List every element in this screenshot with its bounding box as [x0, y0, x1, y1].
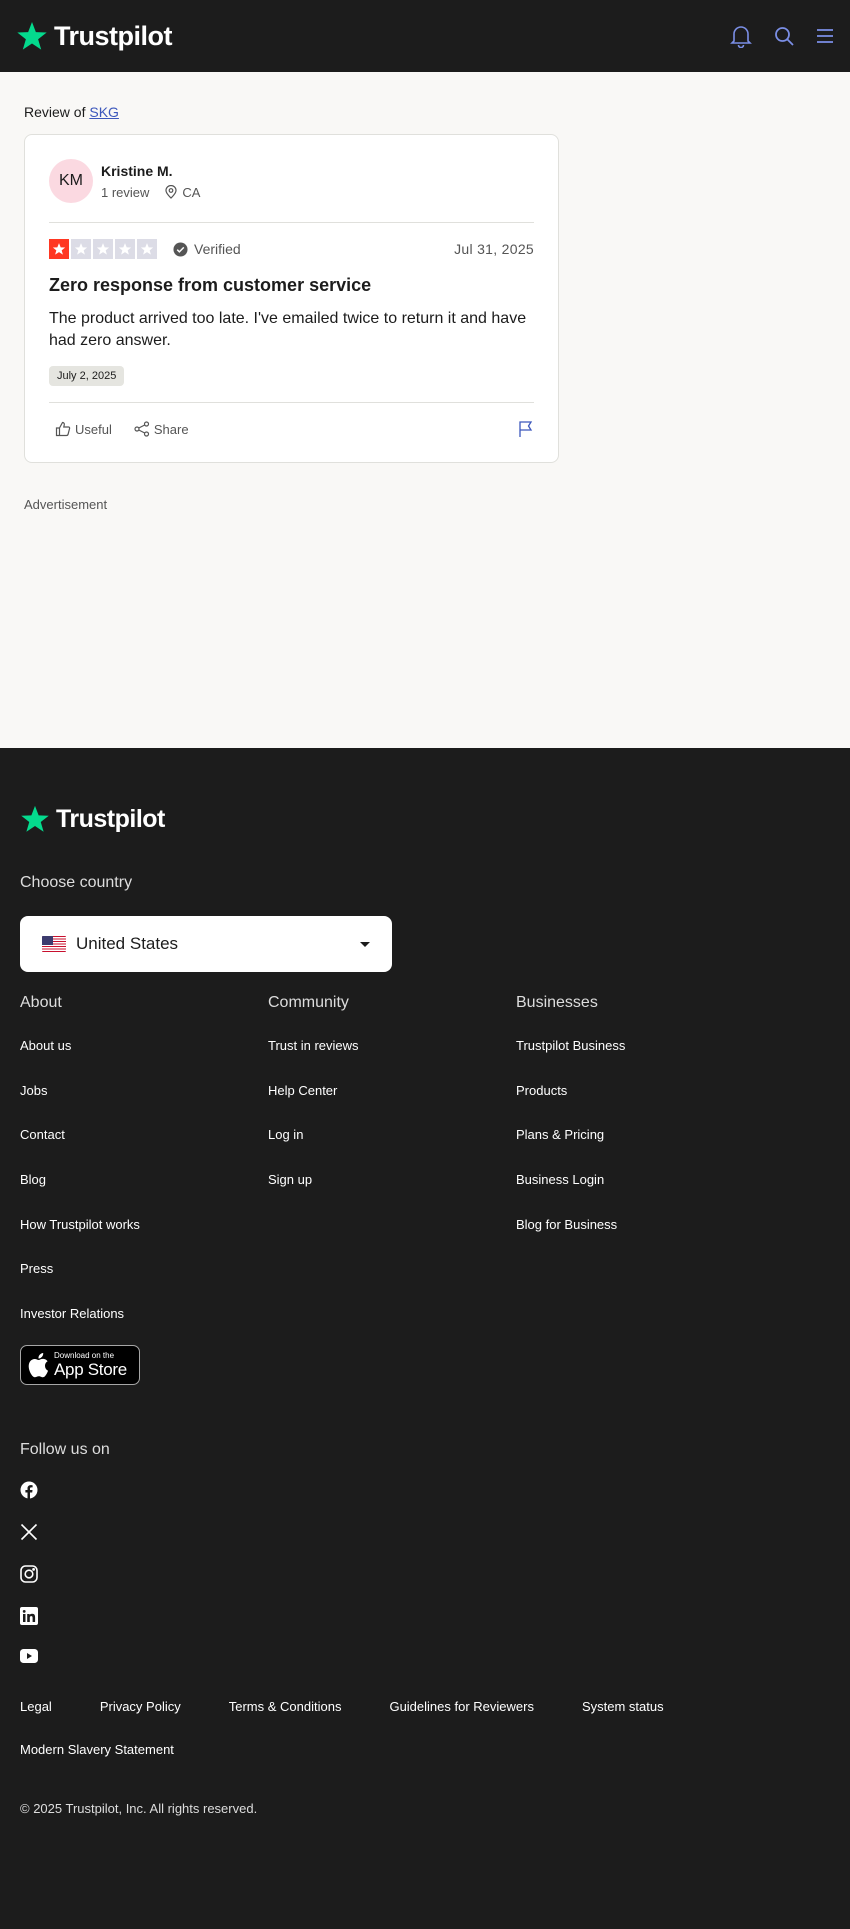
review-title: Zero response from customer service [49, 275, 372, 295]
share-button[interactable]: Share [134, 421, 189, 437]
review-of-line: Review of SKG [24, 104, 826, 124]
star-logo-icon [17, 22, 47, 50]
star-icon [93, 239, 113, 259]
linkedin-icon[interactable] [20, 1606, 38, 1625]
footer-link[interactable]: Help Center [268, 1083, 516, 1128]
app-store-big-text: App Store [54, 1359, 127, 1379]
legal-link[interactable]: Guidelines for Reviewers [389, 1699, 534, 1714]
column-title: Community [268, 994, 349, 1011]
footer-link[interactable]: Trust in reviews [268, 1038, 516, 1083]
brand-name: Trustpilot [54, 20, 173, 51]
footer-link[interactable]: Press [20, 1261, 268, 1306]
review-date: Jul 31, 2025 [454, 241, 534, 257]
verified-label: Verified [194, 241, 241, 257]
facebook-icon[interactable] [20, 1481, 38, 1499]
share-label: Share [153, 421, 189, 437]
star-icon [137, 239, 157, 259]
footer-link[interactable]: Business Login [516, 1172, 764, 1217]
author-name[interactable]: Kristine M. [101, 163, 200, 179]
company-link[interactable]: SKG [89, 104, 119, 120]
column-title: Businesses [516, 994, 598, 1011]
footer-link-columns: About About us Jobs Contact Blog How Tru… [20, 994, 830, 1351]
review-author[interactable]: KM Kristine M. 1 review CA [49, 159, 534, 203]
verified-badge[interactable]: Verified [173, 241, 241, 257]
useful-label: Useful [75, 421, 112, 437]
location-pin-icon [165, 185, 178, 199]
selected-country: United States [76, 934, 179, 953]
star-icon [71, 239, 91, 259]
footer-link[interactable]: Investor Relations [20, 1306, 268, 1351]
flag-icon[interactable] [518, 420, 534, 438]
review-of-prefix: Review of [24, 104, 90, 120]
legal-link[interactable]: Legal [20, 1699, 52, 1714]
footer-link[interactable]: Log in [268, 1127, 516, 1172]
footer-column-businesses: Businesses Trustpilot Business Products … [516, 994, 764, 1351]
app-store-badge[interactable]: Download on the App Store [20, 1344, 140, 1385]
footer-brand-name: Trustpilot [56, 804, 165, 833]
avatar: KM [49, 159, 93, 203]
bell-icon[interactable] [730, 24, 752, 48]
author-location: CA [165, 185, 200, 200]
legal-links: Legal Privacy Policy Terms & Conditions … [20, 1699, 780, 1757]
star-logo-icon [21, 805, 49, 832]
location-text: CA [182, 184, 201, 200]
instagram-icon[interactable] [20, 1565, 38, 1583]
follow-us-label: Follow us on [20, 1440, 110, 1458]
footer-column-about: About About us Jobs Contact Blog How Tru… [20, 994, 268, 1351]
review-actions: Useful Share [49, 403, 534, 455]
thumbs-up-icon [55, 421, 71, 437]
us-flag-icon [42, 936, 66, 952]
share-icon [134, 421, 149, 437]
verified-check-icon [173, 241, 188, 257]
country-select[interactable]: United States [20, 916, 392, 972]
footer-logo[interactable]: Trustpilot [20, 804, 830, 834]
site-header: Trustpilot [0, 0, 850, 72]
site-footer: Trustpilot Choose country United States … [0, 748, 850, 1929]
footer-link[interactable]: Plans & Pricing [516, 1127, 764, 1172]
footer-link[interactable]: Contact [20, 1127, 268, 1172]
rating-row: Verified Jul 31, 2025 [49, 239, 534, 259]
search-icon[interactable] [774, 26, 794, 46]
legal-link[interactable]: System status [582, 1699, 664, 1714]
copyright: © 2025 Trustpilot, Inc. All rights reser… [20, 1800, 258, 1816]
legal-link[interactable]: Privacy Policy [100, 1699, 181, 1714]
footer-link[interactable]: Blog for Business [516, 1217, 764, 1262]
footer-link[interactable]: Trustpilot Business [516, 1038, 764, 1083]
footer-column-community: Community Trust in reviews Help Center L… [268, 994, 516, 1351]
legal-link[interactable]: Modern Slavery Statement [20, 1742, 174, 1757]
review-body: The product arrived too late. I've email… [49, 310, 527, 349]
header-actions [730, 24, 834, 48]
youtube-icon[interactable] [20, 1648, 38, 1663]
footer-link[interactable]: How Trustpilot works [20, 1217, 268, 1262]
app-store-small-text: Download on the [54, 1350, 115, 1360]
apple-icon [28, 1352, 48, 1378]
divider [49, 222, 534, 223]
column-title: About [20, 994, 62, 1011]
social-links [20, 1481, 830, 1663]
footer-link[interactable]: Products [516, 1083, 764, 1128]
review-card: KM Kristine M. 1 review CA Verified Jul … [24, 134, 559, 463]
useful-button[interactable]: Useful [55, 421, 112, 437]
author-meta: 1 review CA [101, 185, 200, 200]
footer-link[interactable]: Jobs [20, 1083, 268, 1128]
main-content: Review of SKG KM Kristine M. 1 review CA [0, 72, 850, 748]
star-rating [49, 239, 157, 259]
advertisement-label: Advertisement [24, 497, 108, 512]
trustpilot-logo[interactable]: Trustpilot [16, 20, 173, 52]
footer-link[interactable]: Blog [20, 1172, 268, 1217]
star-icon [115, 239, 135, 259]
review-count: 1 review [101, 184, 150, 200]
menu-icon[interactable] [816, 28, 834, 44]
choose-country-label: Choose country [20, 874, 133, 891]
x-icon[interactable] [20, 1523, 38, 1541]
experience-date-badge: July 2, 2025 [49, 366, 125, 386]
star-icon [49, 239, 69, 259]
footer-link[interactable]: About us [20, 1038, 268, 1083]
chevron-down-icon [360, 941, 370, 947]
footer-link[interactable]: Sign up [268, 1172, 516, 1217]
legal-link[interactable]: Terms & Conditions [229, 1699, 342, 1714]
